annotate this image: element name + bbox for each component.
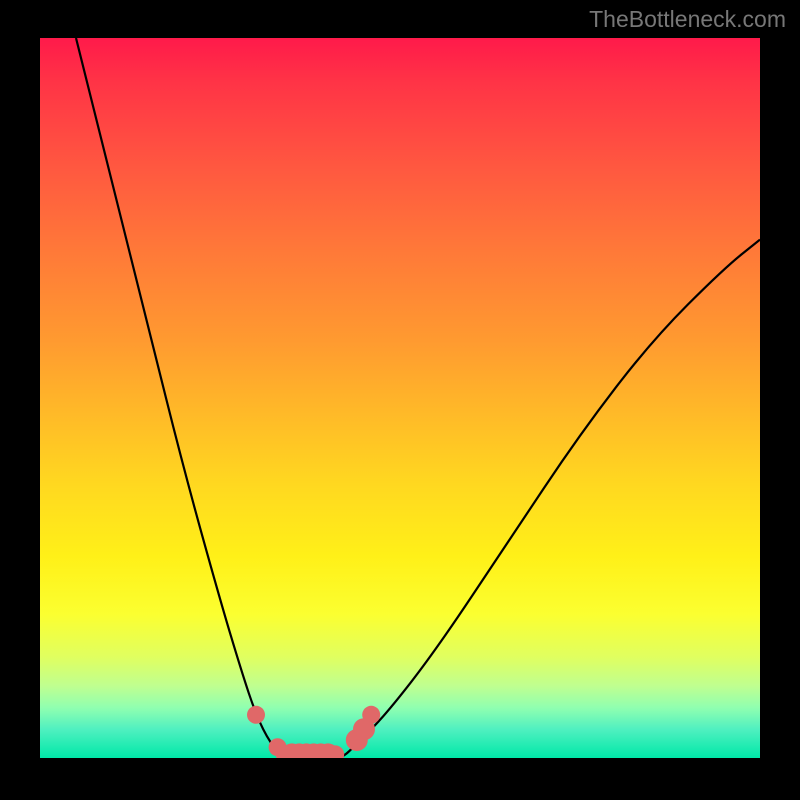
data-point [247, 706, 265, 724]
bottleneck-curve [76, 38, 760, 758]
data-point [362, 706, 380, 724]
data-point-markers [247, 706, 380, 758]
watermark-text: TheBottleneck.com [589, 6, 786, 33]
chart-plot-area [40, 38, 760, 758]
chart-svg-layer [40, 38, 760, 758]
